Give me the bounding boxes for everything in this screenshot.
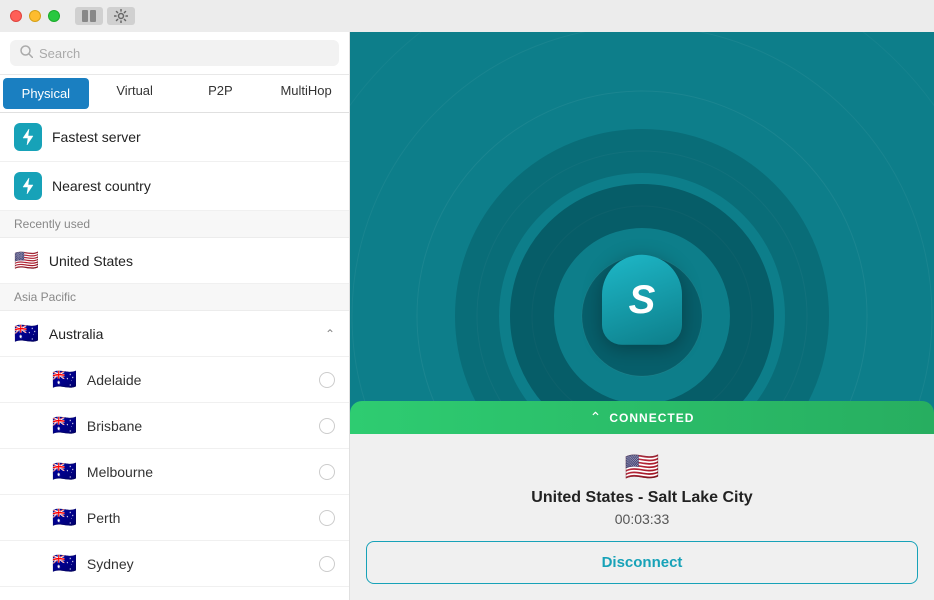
settings-button[interactable] xyxy=(107,7,135,25)
bolt-icon-2 xyxy=(14,172,42,200)
logo-shield: S xyxy=(602,255,682,345)
connected-header[interactable]: ⌃ CONNECTED xyxy=(350,401,934,434)
connected-body: 🇺🇸 United States - Salt Lake City 00:03:… xyxy=(350,434,934,600)
australia-name: Australia xyxy=(49,326,315,342)
sydney-flag: 🇦🇺 xyxy=(52,551,77,576)
sydney-name: Sydney xyxy=(87,556,309,572)
nearest-country-item[interactable]: Nearest country xyxy=(0,162,349,211)
maximize-button[interactable] xyxy=(48,10,60,22)
city-item-brisbane[interactable]: 🇦🇺 Brisbane xyxy=(0,403,349,449)
logo-letter: S xyxy=(629,280,656,320)
right-panel: S ⌃ CONNECTED 🇺🇸 United States - Salt La… xyxy=(350,32,934,600)
server-list: Fastest server Nearest country Recently … xyxy=(0,113,349,600)
adelaide-flag: 🇦🇺 xyxy=(52,367,77,392)
city-item-melbourne[interactable]: 🇦🇺 Melbourne xyxy=(0,449,349,495)
connection-time: 00:03:33 xyxy=(366,511,918,527)
fastest-server-item[interactable]: Fastest server xyxy=(0,113,349,162)
server-flag: 🇺🇸 xyxy=(366,450,918,483)
chevron-up-icon: ⌃ xyxy=(325,327,335,341)
recently-used-header: Recently used xyxy=(0,211,349,238)
minimize-button[interactable] xyxy=(29,10,41,22)
sidebar: Physical Virtual P2P MultiHop Fastest se… xyxy=(0,32,350,600)
close-button[interactable] xyxy=(10,10,22,22)
city-item-adelaide[interactable]: 🇦🇺 Adelaide xyxy=(0,357,349,403)
search-icon xyxy=(20,45,33,61)
asia-pacific-header: Asia Pacific xyxy=(0,284,349,311)
search-wrap[interactable] xyxy=(10,40,339,66)
brisbane-name: Brisbane xyxy=(87,418,309,434)
logo-container: S xyxy=(602,255,682,345)
melbourne-name: Melbourne xyxy=(87,464,309,480)
tab-physical[interactable]: Physical xyxy=(3,78,89,109)
melbourne-flag: 🇦🇺 xyxy=(52,459,77,484)
city-item-perth[interactable]: 🇦🇺 Perth xyxy=(0,495,349,541)
radio-adelaide[interactable] xyxy=(319,372,335,388)
us-flag: 🇺🇸 xyxy=(14,248,39,273)
perth-name: Perth xyxy=(87,510,309,526)
country-item-azerbaijan[interactable]: 🇦🇿 Azerbaijan xyxy=(0,587,349,600)
brisbane-flag: 🇦🇺 xyxy=(52,413,77,438)
window-split-button[interactable] xyxy=(75,7,103,25)
country-item-australia[interactable]: 🇦🇺 Australia ⌃ xyxy=(0,311,349,357)
nearest-country-label: Nearest country xyxy=(52,178,335,194)
fastest-server-label: Fastest server xyxy=(52,129,335,145)
country-item-us[interactable]: 🇺🇸 United States xyxy=(0,238,349,284)
radio-sydney[interactable] xyxy=(319,556,335,572)
titlebar xyxy=(0,0,934,32)
australia-flag: 🇦🇺 xyxy=(14,321,39,346)
radio-melbourne[interactable] xyxy=(319,464,335,480)
disconnect-button[interactable]: Disconnect xyxy=(366,541,918,584)
app-body: Physical Virtual P2P MultiHop Fastest se… xyxy=(0,32,934,600)
radio-perth[interactable] xyxy=(319,510,335,526)
adelaide-name: Adelaide xyxy=(87,372,309,388)
search-bar xyxy=(0,32,349,75)
chevron-up-white-icon: ⌃ xyxy=(590,409,602,426)
search-input[interactable] xyxy=(39,46,329,61)
tab-p2p[interactable]: P2P xyxy=(178,75,264,112)
connected-card: ⌃ CONNECTED 🇺🇸 United States - Salt Lake… xyxy=(350,401,934,600)
server-name: United States - Salt Lake City xyxy=(366,489,918,507)
bolt-icon xyxy=(14,123,42,151)
connected-status-label: CONNECTED xyxy=(609,411,694,425)
city-item-sydney[interactable]: 🇦🇺 Sydney xyxy=(0,541,349,587)
radio-brisbane[interactable] xyxy=(319,418,335,434)
perth-flag: 🇦🇺 xyxy=(52,505,77,530)
us-name: United States xyxy=(49,253,335,269)
tab-bar: Physical Virtual P2P MultiHop xyxy=(0,75,349,113)
tab-virtual[interactable]: Virtual xyxy=(92,75,178,112)
tab-multihop[interactable]: MultiHop xyxy=(263,75,349,112)
